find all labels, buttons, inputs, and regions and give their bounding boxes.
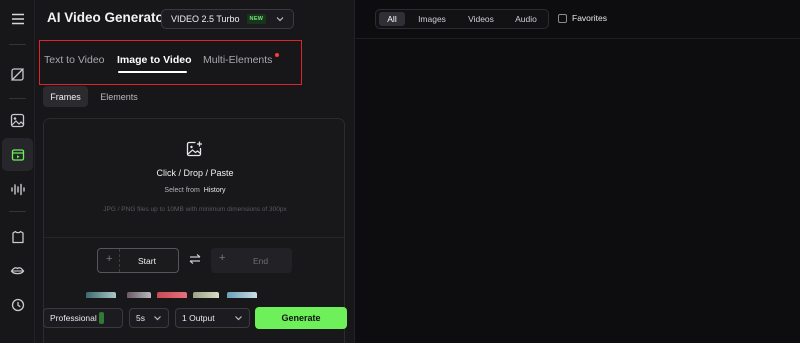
shirt-icon[interactable]	[8, 227, 27, 246]
example-thumbnail[interactable]	[86, 292, 116, 298]
menu-icon[interactable]	[8, 9, 27, 28]
chevron-down-icon	[235, 316, 242, 321]
generator-panel: AI Video Generator VIDEO 2.5 Turbo NEW T…	[35, 0, 355, 343]
favorites-toggle[interactable]: Favorites	[558, 13, 607, 23]
start-label: Start	[138, 255, 156, 266]
upload-hint: JPG / PNG files up to 10MB with minimum …	[103, 206, 287, 213]
upload-divider	[44, 237, 344, 238]
generate-button[interactable]: Generate	[255, 307, 347, 329]
filter-all[interactable]: All	[379, 12, 405, 26]
rail-divider	[9, 44, 26, 45]
tab-multi-elements[interactable]: Multi-Elements	[203, 54, 272, 66]
mode-tabs: Text to Video Image to Video Multi-Eleme…	[39, 40, 302, 85]
example-thumbnail[interactable]	[227, 292, 257, 298]
tab-text-to-video[interactable]: Text to Video	[44, 54, 105, 66]
add-image-icon	[186, 141, 202, 157]
chevron-down-icon	[154, 316, 161, 321]
mode-value: Professional	[50, 313, 97, 323]
active-tab-indicator	[118, 71, 187, 73]
notification-dot	[275, 53, 279, 57]
history-icon[interactable]	[8, 295, 27, 314]
favorites-label: Favorites	[572, 13, 607, 23]
gallery-divider	[356, 38, 800, 39]
side-rail	[0, 0, 35, 343]
output-count-value: 1 Output	[182, 313, 215, 323]
end-label: End	[252, 255, 269, 266]
duration-value: 5s	[136, 313, 145, 323]
upload-action-text: Click / Drop / Paste	[156, 168, 234, 178]
swap-icon[interactable]	[188, 253, 202, 265]
subtab-elements[interactable]: Elements	[93, 86, 145, 107]
end-frame-button[interactable]: + End	[211, 248, 292, 273]
example-thumbnail[interactable]	[157, 292, 187, 298]
favorites-checkbox[interactable]	[558, 13, 567, 23]
rail-divider	[9, 98, 26, 99]
example-thumbnail[interactable]	[127, 292, 151, 298]
filter-videos[interactable]: Videos	[458, 12, 504, 26]
lips-icon[interactable]	[8, 261, 27, 280]
start-frame-button[interactable]: + Start	[97, 248, 179, 273]
mode-badge	[98, 312, 104, 324]
model-selector[interactable]: VIDEO 2.5 Turbo NEW	[161, 9, 294, 29]
gallery-filter: All Images Videos Audio	[375, 9, 549, 29]
video-icon[interactable]	[2, 138, 33, 171]
rail-divider	[9, 211, 26, 212]
duration-select[interactable]: 5s	[129, 308, 169, 328]
image-icon[interactable]	[8, 111, 27, 130]
page-title: AI Video Generator	[47, 10, 170, 25]
new-badge: NEW	[246, 14, 267, 24]
history-link[interactable]: History	[204, 187, 226, 194]
subtab-frames[interactable]: Frames	[43, 86, 88, 107]
audio-wave-icon[interactable]	[8, 180, 27, 199]
output-count-select[interactable]: 1 Output	[175, 308, 250, 328]
select-from-history: Select from History	[44, 187, 346, 194]
mode-select[interactable]: Professional	[43, 308, 123, 328]
tab-image-to-video[interactable]: Image to Video	[117, 54, 192, 66]
chevron-down-icon	[276, 17, 284, 22]
filter-images[interactable]: Images	[409, 12, 455, 26]
no-image-icon[interactable]	[8, 65, 27, 84]
filter-audio[interactable]: Audio	[507, 12, 545, 26]
example-thumbnail[interactable]	[193, 292, 219, 298]
model-name: VIDEO 2.5 Turbo	[171, 14, 240, 24]
select-from-label: Select from	[164, 187, 200, 194]
